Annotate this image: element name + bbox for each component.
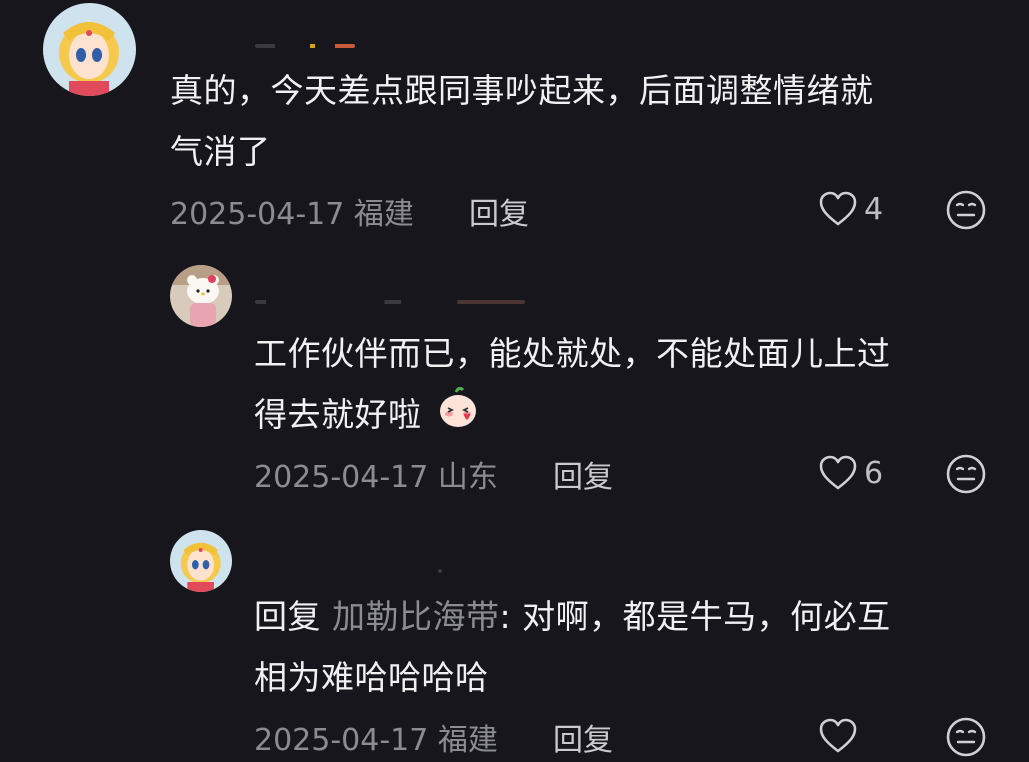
comment-date: 2025-04-17 (254, 460, 429, 495)
comment-text: 工作伙伴而已，能处就处，不能处面儿上过 得去就好啦 (254, 323, 891, 449)
username-redacted (255, 44, 355, 48)
comment-date: 2025-04-17 (254, 723, 429, 758)
heart-icon (819, 455, 857, 490)
user-avatar[interactable] (43, 3, 136, 96)
neutral-face-icon (946, 717, 986, 757)
neutral-face-icon (946, 454, 986, 494)
sailor-moon-avatar-icon (170, 530, 232, 592)
emoji-reaction-button[interactable] (945, 453, 987, 499)
blushing-face-sticker-icon (435, 384, 481, 449)
comment-text: 回复 加勒比海带: 对啊，都是牛马，何必互 相为难哈哈哈哈 (254, 586, 891, 708)
comment-location: 福建 (437, 723, 498, 758)
comment-meta: 2025-04-17 福建 (254, 715, 498, 759)
user-avatar[interactable] (170, 530, 232, 592)
like-button[interactable]: 6 (818, 454, 883, 492)
reply-button[interactable]: 回复 (469, 189, 529, 233)
like-count: 6 (864, 455, 884, 491)
emoji-reaction-button[interactable] (945, 189, 987, 235)
hello-kitty-avatar-icon (170, 265, 232, 327)
comment-location: 福建 (353, 197, 414, 232)
neutral-face-icon (946, 190, 986, 230)
comment-text: 真的，今天差点跟同事吵起来，后面调整情绪就 气消了 (170, 60, 874, 182)
reply-button[interactable]: 回复 (553, 452, 613, 496)
like-button[interactable] (818, 717, 864, 755)
comment-line-1: 工作伙伴而已，能处就处，不能处面儿上过 (254, 334, 891, 373)
reply-prefix: 回复 (254, 597, 321, 636)
sailor-moon-avatar-icon (43, 3, 136, 96)
emoji-reaction-button[interactable] (945, 716, 987, 762)
username-redacted (438, 569, 442, 573)
comment-date: 2025-04-17 (170, 197, 345, 232)
username-redacted (255, 300, 525, 304)
heart-icon (819, 191, 857, 226)
comment-line-1: 真的，今天差点跟同事吵起来，后面调整情绪就 (170, 71, 874, 110)
comment-line-2: 气消了 (170, 132, 271, 171)
heart-icon (819, 718, 857, 753)
comment-line-1: 回复 加勒比海带: 对啊，都是牛马，何必互 (254, 597, 891, 636)
mention-username[interactable]: 加勒比海带 (332, 597, 500, 636)
comment-meta: 2025-04-17 山东 (254, 452, 498, 496)
user-avatar[interactable] (170, 265, 232, 327)
comment-meta: 2025-04-17 福建 (170, 189, 414, 233)
like-count: 4 (864, 191, 884, 227)
comment-location: 山东 (437, 460, 498, 495)
like-button[interactable]: 4 (818, 190, 883, 228)
comment-line-2: 相为难哈哈哈哈 (254, 658, 489, 697)
comment-line-2: 得去就好啦 (254, 384, 891, 449)
reply-button[interactable]: 回复 (553, 715, 613, 759)
